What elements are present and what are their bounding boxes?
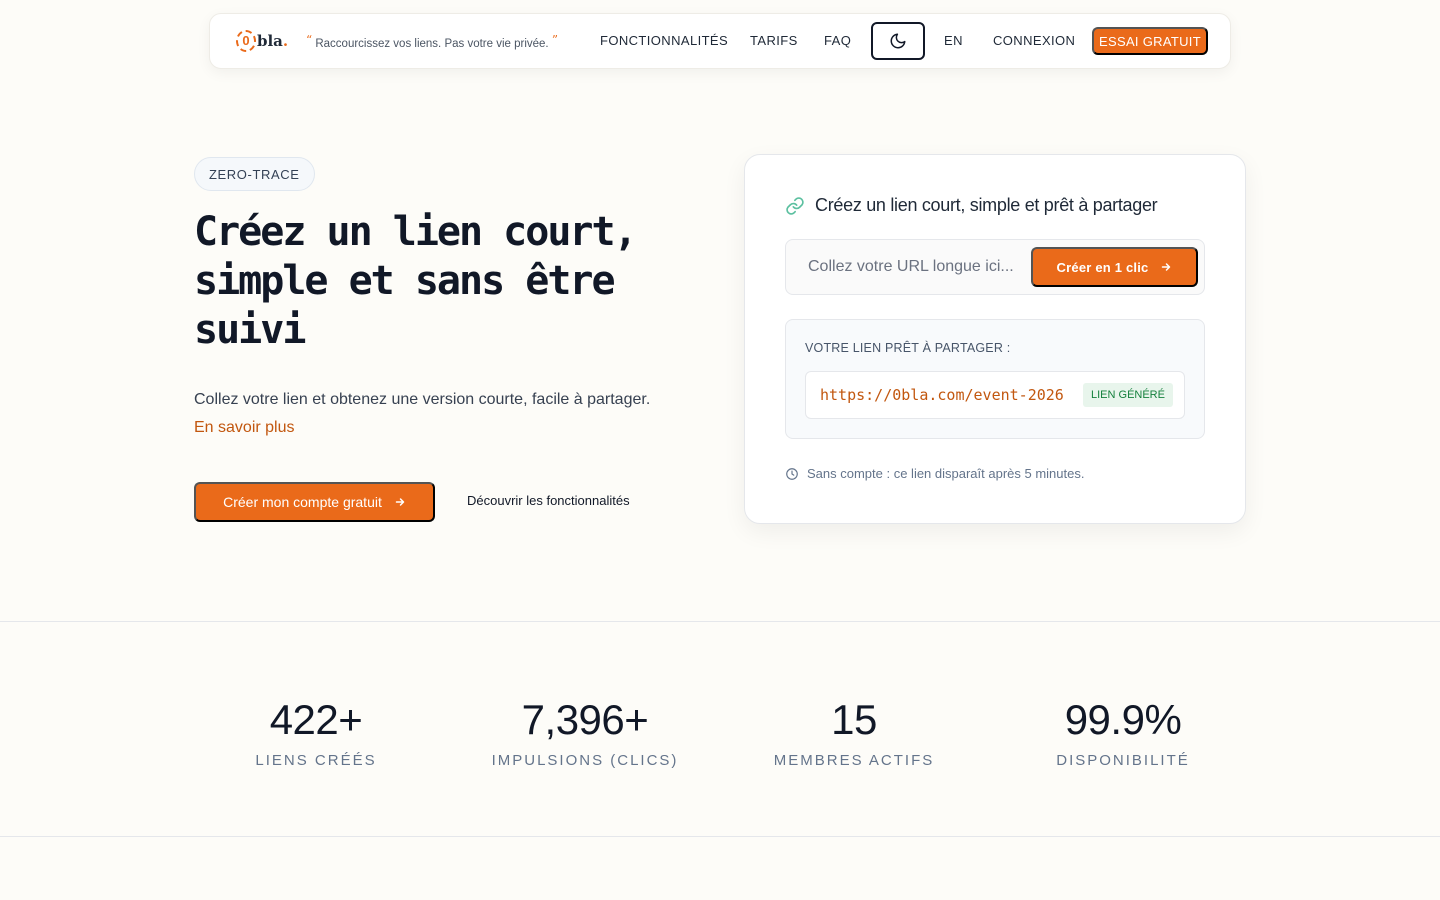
quote-open-icon: “: [306, 33, 313, 47]
stat-clicks: 7,396+ IMPULSIONS (CLICS): [465, 696, 705, 769]
logo-mark: 0: [236, 30, 256, 52]
arrow-right-icon: [395, 498, 405, 506]
theme-toggle-button[interactable]: [871, 22, 925, 60]
stat-value: 99.9%: [1064, 696, 1182, 743]
stat-label: IMPULSIONS (CLICS): [491, 752, 679, 769]
create-account-label: Créer mon compte gratuit: [223, 494, 382, 510]
result-label: VOTRE LIEN PRÊT À PARTAGER :: [805, 341, 1011, 355]
clock-icon: [786, 467, 798, 480]
expire-note: Sans compte : ce lien disparaît après 5 …: [785, 466, 1084, 481]
logo-text: bla: [257, 32, 283, 50]
moon-icon: [890, 33, 906, 49]
hero-title-line-2: simple et sans être: [194, 258, 616, 304]
stat-links-created: 422+ LIENS CRÉÉS: [196, 696, 436, 769]
hero-title-line-1: Créez un lien court,: [194, 209, 638, 255]
stat-label: MEMBRES ACTIFS: [773, 752, 935, 769]
link-generated-badge: LIEN GÉNÉRÉ: [1083, 383, 1173, 407]
learn-more-link[interactable]: En savoir plus: [194, 419, 295, 437]
tagline: “ Raccourcissez vos liens. Pas votre vie…: [306, 33, 558, 50]
card-header: Créez un lien court, simple et prêt à pa…: [785, 195, 1158, 216]
result-panel: VOTRE LIEN PRÊT À PARTAGER : https://0bl…: [785, 319, 1205, 439]
quote-close-icon: ”: [551, 33, 558, 47]
nav-link-faq[interactable]: FAQ: [824, 33, 851, 48]
short-url-link[interactable]: https://0bla.com/event-2026: [820, 386, 1064, 404]
language-switch[interactable]: EN: [944, 33, 963, 48]
logo[interactable]: 0 bla .: [236, 30, 288, 52]
hero-title: Créez un lien court, simple et sans être…: [194, 208, 694, 355]
free-trial-button[interactable]: ESSAI GRATUIT: [1092, 27, 1208, 55]
expire-note-text: Sans compte : ce lien disparaît après 5 …: [807, 466, 1085, 481]
zero-trace-badge: ZERO-TRACE: [194, 157, 315, 191]
stat-active-members: 15 MEMBRES ACTIFS: [734, 696, 974, 769]
link-icon: [786, 196, 804, 215]
create-one-click-label: Créer en 1 clic: [1056, 259, 1149, 275]
hero-subtitle: Collez votre lien et obtenez une version…: [194, 391, 651, 408]
discover-features-link[interactable]: Découvrir les fonctionnalités: [467, 493, 630, 508]
stats-section: 422+ LIENS CRÉÉS 7,396+ IMPULSIONS (CLIC…: [0, 621, 1440, 837]
url-form: Créer en 1 clic: [785, 239, 1205, 295]
stat-label: DISPONIBILITÉ: [1056, 752, 1190, 769]
card-title: Créez un lien court, simple et prêt à pa…: [815, 195, 1158, 215]
nav-link-pricing[interactable]: TARIFS: [750, 33, 798, 48]
top-navigation: 0 bla . “ Raccourcissez vos liens. Pas v…: [209, 13, 1231, 69]
long-url-input[interactable]: [787, 241, 1027, 293]
create-one-click-button[interactable]: Créer en 1 clic: [1031, 247, 1198, 287]
stat-availability: 99.9% DISPONIBILITÉ: [1003, 696, 1243, 769]
short-link-box: https://0bla.com/event-2026 LIEN GÉNÉRÉ: [805, 371, 1185, 419]
stat-value: 7,396+: [521, 696, 649, 743]
stat-value: 422+: [269, 696, 363, 743]
tagline-text: Raccourcissez vos liens. Pas votre vie p…: [315, 38, 549, 50]
hero-title-line-3: suivi: [194, 307, 306, 353]
stat-label: LIENS CRÉÉS: [255, 752, 377, 769]
stat-value: 15: [831, 696, 877, 743]
arrow-right-icon: [1162, 263, 1171, 271]
nav-link-login[interactable]: CONNEXION: [993, 33, 1075, 48]
create-account-button[interactable]: Créer mon compte gratuit: [194, 482, 435, 522]
shorten-link-card: Créez un lien court, simple et prêt à pa…: [744, 154, 1246, 524]
nav-link-features[interactable]: FONCTIONNALITÉS: [600, 33, 728, 48]
logo-dot: .: [282, 32, 289, 50]
